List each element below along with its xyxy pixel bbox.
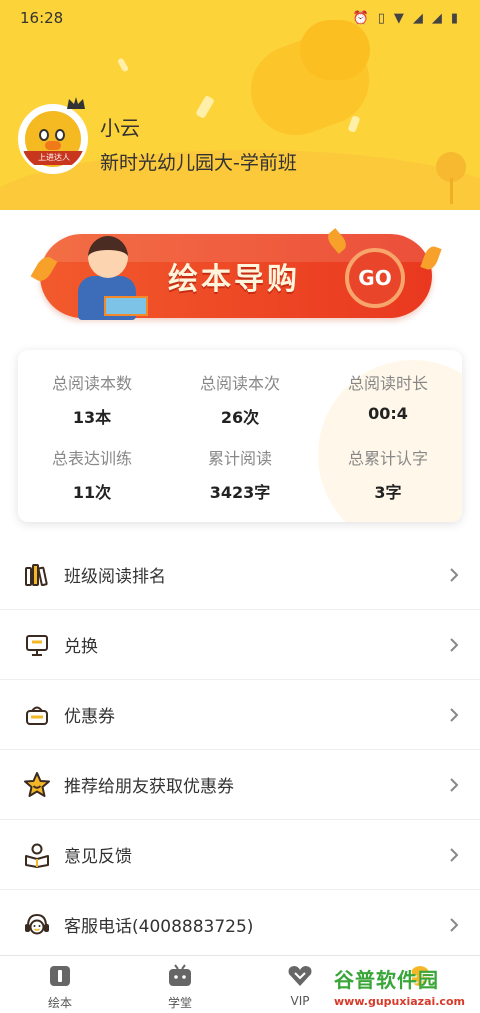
- status-icons: ⏰ ▯ ▼ ◢ ◢ ▮: [353, 12, 459, 25]
- watermark-title: 谷普软件园: [334, 968, 439, 992]
- stat-label: 总累计认字: [347, 449, 428, 468]
- kid-illustration: [64, 232, 154, 324]
- user-name: 小云: [100, 116, 140, 140]
- nav-label: 绘本: [47, 996, 72, 1010]
- stat-value: 13本: [72, 408, 112, 427]
- menu-item-coupons[interactable]: 优惠券: [0, 680, 480, 750]
- stat-label: 总阅读时长: [347, 374, 428, 393]
- book-illustration: [104, 296, 148, 316]
- stat-value: 26次: [220, 408, 260, 427]
- banner-title: 绘本导购: [168, 262, 300, 297]
- signal-icon: ◢: [412, 10, 423, 26]
- menu-item-customer-service[interactable]: 客服电话(4008883725): [0, 890, 480, 960]
- menu-item-exchange[interactable]: 兑换: [0, 610, 480, 680]
- avatar-badge: 上进达人: [23, 151, 85, 165]
- status-time: 16:28: [20, 9, 64, 27]
- alarm-icon: ⏰: [352, 10, 369, 26]
- battery-icon: ▮: [450, 10, 458, 26]
- status-bar: 16:28 ⏰ ▯ ▼ ◢ ◢ ▮: [0, 0, 480, 36]
- stat-expression-training: 总表达训练 11次: [18, 445, 166, 503]
- stat-total-read-duration: 总阅读时长 00:4: [314, 370, 462, 423]
- chevron-right-icon: [450, 848, 459, 862]
- menu-item-label: 兑换: [64, 637, 98, 657]
- stat-label: 总阅读本数: [51, 374, 132, 393]
- stat-value: 11次: [72, 483, 112, 502]
- chevron-right-icon: [450, 778, 459, 792]
- menu-item-refer-friends[interactable]: 推荐给朋友获取优惠券: [0, 750, 480, 820]
- stat-total-books: 总阅读本数 13本: [18, 370, 166, 428]
- menu-item-label: 推荐给朋友获取优惠券: [64, 777, 234, 797]
- avatar-eye: [39, 129, 49, 141]
- nav-item-picture-book[interactable]: 绘本: [0, 956, 120, 1013]
- menu-item-class-ranking[interactable]: 班级阅读排名: [0, 540, 480, 610]
- stat-value: 00:4: [368, 404, 408, 423]
- reading-stats-card: 总阅读本数 13本 总阅读本次 26次 总阅读时长 00:4 总表达训练 11次…: [18, 350, 462, 522]
- stat-label: 累计阅读: [207, 449, 272, 468]
- vip-heart-icon: [288, 966, 312, 986]
- picture-book-icon: [50, 966, 70, 986]
- chevron-right-icon: [450, 568, 459, 582]
- signal-icon: ◢: [431, 10, 442, 26]
- watermark-url: www.gupuxiazai.com: [334, 995, 465, 1008]
- menu-item-label: 班级阅读排名: [64, 567, 166, 587]
- stat-characters-learned: 总累计认字 3字: [314, 445, 462, 503]
- menu-item-label: 优惠券: [64, 707, 115, 727]
- sparkle-decoration: [116, 57, 130, 73]
- menu-item-label: 客服电话(4008883725): [64, 917, 254, 937]
- kid-head: [88, 236, 128, 278]
- sparkle-decoration: [347, 115, 361, 133]
- coupon-basket-icon: [22, 700, 52, 730]
- class-name: 新时光幼儿园大-学前班: [100, 152, 297, 174]
- wifi-icon: ▼: [393, 10, 404, 26]
- nav-label: VIP: [290, 994, 310, 1008]
- chevron-right-icon: [450, 918, 459, 932]
- feedback-reader-icon: [22, 840, 52, 870]
- nav-label: 学堂: [167, 996, 192, 1010]
- stat-value: 3字: [374, 483, 402, 502]
- stat-label: 总表达训练: [51, 449, 132, 468]
- headset-icon: [22, 910, 52, 940]
- stat-cumulative-reading: 累计阅读 3423字: [166, 445, 314, 503]
- chevron-right-icon: [450, 708, 459, 722]
- settings-menu: 班级阅读排名 兑换 优惠券 推荐给朋友获取优惠券 意见反馈 客服电话(40088…: [0, 540, 480, 960]
- avatar[interactable]: 上进达人: [18, 104, 88, 174]
- tv-icon: [169, 964, 191, 986]
- sparkle-decoration: [195, 94, 215, 120]
- tree-trunk-decoration: [450, 178, 453, 204]
- stat-total-read-times: 总阅读本次 26次: [166, 370, 314, 428]
- books-icon: [22, 560, 52, 590]
- avatar-eye: [55, 129, 65, 141]
- chevron-right-icon: [450, 638, 459, 652]
- menu-item-feedback[interactable]: 意见反馈: [0, 820, 480, 890]
- exchange-icon: [22, 630, 52, 660]
- vibrate-icon: ▯: [377, 10, 385, 26]
- avatar-beak: [45, 141, 61, 150]
- crown-icon: [67, 97, 85, 109]
- menu-item-label: 意见反馈: [64, 847, 132, 867]
- stat-label: 总阅读本次: [199, 374, 280, 393]
- nav-item-school[interactable]: 学堂: [120, 956, 240, 1013]
- stat-value: 3423字: [209, 483, 271, 502]
- watermark: 谷普软件园 www.gupuxiazai.com: [334, 964, 480, 1010]
- go-button[interactable]: GO: [345, 248, 405, 308]
- star-smile-icon: [22, 770, 52, 800]
